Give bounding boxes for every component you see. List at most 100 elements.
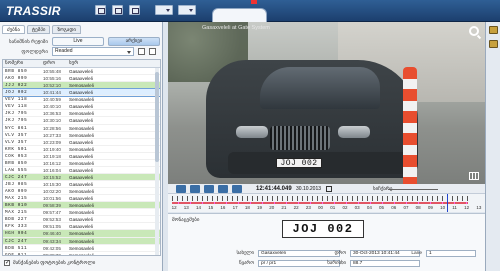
cell-time: 10:23:09 bbox=[43, 139, 61, 145]
camera-settings-icon[interactable] bbox=[489, 26, 498, 34]
new-folder-icon[interactable] bbox=[138, 48, 145, 55]
live-button[interactable]: Live bbox=[52, 37, 104, 46]
speed-slider[interactable] bbox=[388, 189, 438, 190]
car-grille bbox=[270, 126, 330, 150]
col-plate[interactable]: ნომერი bbox=[3, 60, 41, 67]
cell-name: Gasaxveleli bbox=[69, 153, 93, 159]
table-row[interactable]: JBJ 085 10:15:30 Gasaxveleli bbox=[3, 181, 160, 189]
table-row[interactable]: BKB 010 09:58:39 Semosavleli bbox=[3, 202, 160, 210]
timeline-label: 21 bbox=[281, 205, 287, 210]
cell-name: Semosavleli bbox=[69, 203, 94, 209]
left-tabs: ძებნა ტემპი ზოგადი bbox=[2, 25, 82, 34]
table-row[interactable]: VLV 357 10:27:33 Semosavleli bbox=[3, 132, 160, 139]
timeline-label: 08 bbox=[415, 205, 421, 210]
recording-icon[interactable] bbox=[489, 40, 498, 48]
cell-plate: BDB 511 bbox=[5, 245, 28, 251]
cell-time: 10:19:18 bbox=[43, 153, 61, 159]
export-icon[interactable] bbox=[232, 185, 242, 193]
timeline-label: 19 bbox=[257, 205, 263, 210]
table-row[interactable]: BDB 227 09:52:53 Gasaxveleli bbox=[3, 216, 160, 224]
timeline-cursor[interactable] bbox=[447, 194, 448, 212]
cell-name: Semosavleli bbox=[69, 132, 94, 138]
video-view[interactable]: JOJ 002 Gasaxveleli at Gate System bbox=[168, 22, 485, 184]
table-row[interactable]: COK 053 10:19:18 Gasaxveleli bbox=[3, 153, 160, 160]
field-label-lane: Lane bbox=[411, 251, 422, 256]
cell-plate: MAX 215 bbox=[5, 210, 28, 216]
playback-date[interactable]: 30.10.2013 bbox=[296, 186, 321, 192]
table-row[interactable]: MAX 215 09:57:47 Semosavleli bbox=[3, 209, 160, 217]
step-forward-icon[interactable] bbox=[204, 185, 214, 193]
table-row[interactable]: KFK 333 09:51:05 Gasaxveleli bbox=[3, 223, 160, 231]
table-row[interactable]: BDB 511 09:42:05 Semosavleli bbox=[3, 245, 160, 252]
overlay-grid-icon[interactable] bbox=[469, 172, 479, 180]
table-row[interactable]: AKO 099 10:02:20 Semosavleli bbox=[3, 188, 160, 196]
table-row[interactable]: JKJ 795 10:30:10 Gasaxveleli bbox=[3, 117, 160, 125]
table-row[interactable]: CJC 247 09:43:34 Semosavleli bbox=[3, 237, 160, 245]
table-row[interactable]: JKJ 795 10:36:53 Semosavleli bbox=[3, 110, 160, 118]
zoom-icon[interactable] bbox=[469, 26, 479, 36]
cell-name: Semosavleli bbox=[69, 238, 94, 244]
table-row[interactable]: CJC 247 10:15:52 Gasaxveleli bbox=[3, 173, 160, 181]
cell-name: Gasaxveleli bbox=[69, 76, 93, 82]
table-row[interactable]: JJJ 022 10:52:10 Semosavleli bbox=[3, 82, 160, 90]
delete-icon[interactable] bbox=[149, 48, 156, 55]
cell-name: Semosavleli bbox=[69, 146, 94, 152]
table-row[interactable]: VEV 118 10:40:59 Semosavleli bbox=[3, 96, 160, 104]
video-title: Gasaxveleli at Gate System bbox=[202, 25, 270, 31]
cell-time: 10:40:59 bbox=[43, 97, 61, 103]
timeline-label: 09 bbox=[427, 205, 433, 210]
table-row[interactable]: JOJ 002 10:41:44 Gasaxveleli bbox=[3, 88, 160, 98]
cell-name: Semosavleli bbox=[69, 245, 94, 251]
right-sidebar bbox=[485, 22, 500, 271]
cell-name: Semosavleli bbox=[69, 189, 94, 195]
calendar-icon[interactable] bbox=[326, 186, 332, 192]
traffic-pole bbox=[403, 67, 417, 184]
snapshot-icon[interactable] bbox=[218, 185, 228, 193]
details-panel: მონაცემები JOJ 002 სახელი Gasaxveleli დრ… bbox=[168, 213, 485, 271]
source-select[interactable]: Readed bbox=[52, 47, 134, 56]
col-time[interactable]: დრო bbox=[41, 60, 67, 67]
cell-time: 10:28:56 bbox=[43, 125, 61, 131]
active-view-tab[interactable] bbox=[212, 8, 267, 22]
alarm-indicator bbox=[251, 0, 257, 4]
plates-table: ნომერი დრო სურ BRB 850 10:55:48 Gasaxvelel… bbox=[2, 59, 161, 256]
tab-search[interactable]: ძებნა bbox=[2, 25, 25, 34]
cell-name: Semosavleli bbox=[69, 231, 94, 237]
cell-plate: HGH 904 bbox=[5, 231, 28, 237]
screen-3x3-button[interactable] bbox=[129, 5, 140, 15]
step-back-icon[interactable] bbox=[190, 185, 200, 193]
top-toolbar: TRASSIR bbox=[0, 0, 500, 22]
table-row[interactable]: HGH 904 09:46:40 Semosavleli bbox=[3, 230, 160, 238]
layout-dropdown[interactable] bbox=[178, 5, 196, 15]
table-row[interactable]: MAX 215 10:01:56 Gasaxveleli bbox=[3, 195, 160, 203]
timeline-label: 14 bbox=[196, 205, 202, 210]
photo-control-checkbox[interactable] bbox=[4, 259, 10, 266]
camera-dropdown[interactable] bbox=[155, 5, 173, 15]
table-row[interactable]: VEV 118 10:40:10 Gasaxveleli bbox=[3, 103, 160, 111]
table-row[interactable]: GOF 011 09:38:39 Semosavleli bbox=[3, 252, 160, 255]
cell-time: 09:51:05 bbox=[43, 224, 61, 230]
archive-timeline[interactable]: 12 13 14 15 16 17 18 19 20 21 22 23 00 01 02 03 04 05 06 07… bbox=[168, 194, 485, 212]
car-windshield bbox=[260, 67, 380, 109]
table-row[interactable]: LAW 555 10:16:04 Gasaxveleli bbox=[3, 167, 160, 174]
table-row[interactable]: BRB 850 10:55:48 Gasaxveleli bbox=[3, 68, 160, 76]
col-name[interactable]: სურ bbox=[67, 60, 152, 67]
cell-name: Gasaxveleli bbox=[69, 104, 93, 110]
screen-1x1-button[interactable] bbox=[95, 5, 106, 15]
archive-button[interactable]: არქივი bbox=[108, 37, 160, 46]
table-row[interactable]: BRB 850 10:16:12 Semosavleli bbox=[3, 160, 160, 167]
play-icon[interactable] bbox=[176, 185, 186, 193]
table-header: ნომერი დრო სურ bbox=[3, 60, 160, 68]
tab-template[interactable]: ტემპი bbox=[26, 25, 51, 34]
timeline-label: 04 bbox=[366, 205, 372, 210]
screen-2x2-button[interactable] bbox=[112, 5, 123, 15]
table-row[interactable]: VLV 357 10:23:09 Gasaxveleli bbox=[3, 139, 160, 146]
table-row[interactable]: AKO 099 10:55:16 Gasaxveleli bbox=[3, 75, 160, 83]
cell-time: 10:55:48 bbox=[43, 69, 61, 74]
table-row[interactable]: KRK 501 10:19:40 Semosavleli bbox=[3, 146, 160, 153]
table-scrollbar[interactable] bbox=[155, 68, 159, 255]
tab-general[interactable]: ზოგადი bbox=[52, 25, 82, 34]
cell-time: 09:58:39 bbox=[43, 203, 61, 209]
timeline-recordings bbox=[172, 202, 468, 204]
table-row[interactable]: NYC 861 10:28:56 Semosavleli bbox=[3, 125, 160, 132]
